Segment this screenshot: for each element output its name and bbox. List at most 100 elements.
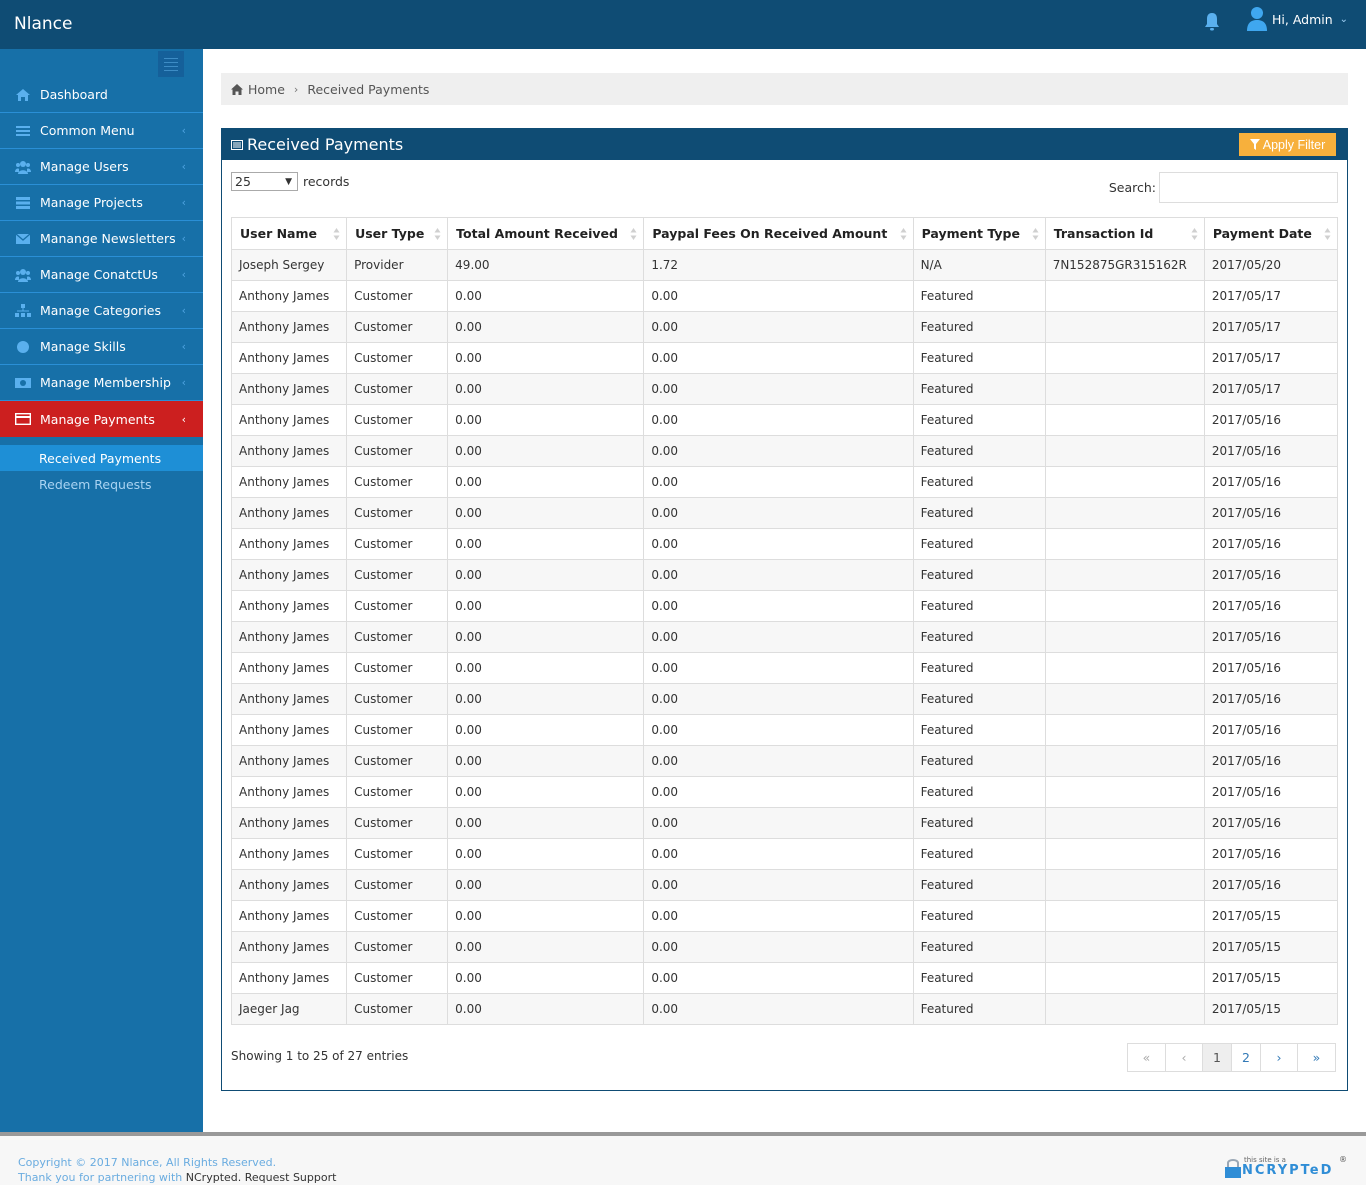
sidebar-item-label: Manage Categories — [40, 303, 162, 318]
cell-transaction-id — [1044, 342, 1205, 374]
cell-user-type: Customer — [346, 311, 449, 343]
breadcrumb-separator: › — [293, 82, 299, 96]
pagination-previous[interactable]: ‹ — [1165, 1043, 1203, 1072]
sort-icon — [1032, 228, 1039, 240]
cell-user-name: Anthony James — [230, 838, 348, 870]
cell-paypal-fees-on-received-amount: 0.00 — [643, 559, 914, 591]
cell-user-name: Anthony James — [230, 342, 348, 374]
cell-transaction-id — [1044, 776, 1205, 808]
sidebar-toggle-button[interactable] — [158, 51, 184, 77]
table-row: Anthony James Customer 0.00 0.00 Featured 201… — [230, 621, 1339, 653]
cell-total-amount-received: 0.00 — [447, 590, 645, 622]
table-row: Anthony James Customer 0.00 0.00 Featured 201… — [230, 776, 1339, 808]
request-support-link[interactable]: Request Support — [245, 1171, 337, 1184]
cell-user-type: Customer — [346, 342, 449, 374]
cell-user-type: Customer — [346, 962, 449, 994]
sidebar-item-manage-membership[interactable]: Manage Membership ‹ — [0, 365, 203, 401]
ncrypted-badge[interactable]: this site is a NCRYPTeD ® — [1222, 1153, 1347, 1183]
column-header-label: Payment Date — [1212, 226, 1312, 241]
cell-total-amount-received: 0.00 — [447, 528, 645, 560]
submenu-item-received-payments[interactable]: Received Payments — [0, 445, 203, 471]
sidebar-item-manage-conatctus[interactable]: Manage ConatctUs ‹ — [0, 257, 203, 293]
copyright-text: Copyright © 2017 Nlance, All Rights Rese… — [18, 1156, 277, 1169]
bell-icon[interactable] — [1203, 12, 1221, 32]
cell-user-name: Anthony James — [230, 497, 348, 529]
chevron-left-icon: ‹ — [181, 232, 186, 245]
search-input[interactable] — [1159, 172, 1338, 203]
cell-transaction-id — [1044, 404, 1205, 436]
sidebar-item-manage-categories[interactable]: Manage Categories ‹ — [0, 293, 203, 329]
sidebar-item-dashboard[interactable]: Dashboard — [0, 77, 203, 113]
cell-total-amount-received: 0.00 — [447, 621, 645, 653]
cell-payment-type: Featured — [912, 683, 1046, 715]
user-avatar-icon — [1247, 7, 1267, 31]
cell-payment-type: Featured — [912, 838, 1046, 870]
cell-payment-type: Featured — [912, 621, 1046, 653]
records-length-control: 25 ▼ records — [231, 172, 349, 191]
column-header-payment-date[interactable]: Payment Date — [1203, 217, 1339, 250]
cell-payment-type: Featured — [912, 590, 1046, 622]
sidebar-item-manage-projects[interactable]: Manage Projects ‹ — [0, 185, 203, 221]
apply-filter-button[interactable]: Apply Filter — [1239, 133, 1336, 156]
pagination-last[interactable]: » — [1297, 1043, 1336, 1072]
cell-transaction-id: 7N152875GR315162R — [1044, 249, 1205, 281]
cell-user-name: Anthony James — [230, 807, 348, 839]
pagination-first[interactable]: « — [1127, 1043, 1166, 1072]
submenu-item-redeem-requests[interactable]: Redeem Requests — [0, 471, 203, 497]
home-icon — [231, 83, 243, 95]
cell-payment-date: 2017/05/17 — [1203, 280, 1339, 312]
cell-user-name: Anthony James — [230, 900, 348, 932]
table-row: Anthony James Customer 0.00 0.00 Featured 201… — [230, 435, 1339, 467]
cell-paypal-fees-on-received-amount: 0.00 — [643, 652, 914, 684]
sidebar-item-common-menu[interactable]: Common Menu ‹ — [0, 113, 203, 149]
column-header-total-amount-received[interactable]: Total Amount Received — [447, 217, 645, 250]
cell-total-amount-received: 0.00 — [447, 404, 645, 436]
cell-total-amount-received: 0.00 — [447, 776, 645, 808]
breadcrumb-current: Received Payments — [307, 81, 430, 97]
sidebar-item-label: Manage Projects — [40, 195, 143, 210]
pagination-page-1[interactable]: 1 — [1202, 1043, 1232, 1072]
cell-total-amount-received: 0.00 — [447, 807, 645, 839]
user-menu[interactable]: Hi, Admin ⌄ — [1246, 6, 1348, 32]
column-header-payment-type[interactable]: Payment Type — [912, 217, 1046, 250]
cell-user-name: Anthony James — [230, 590, 348, 622]
column-header-paypal-fees-on-received-amount[interactable]: Paypal Fees On Received Amount — [643, 217, 914, 250]
footer: Copyright © 2017 Nlance, All Rights Rese… — [0, 1132, 1366, 1185]
sidebar-item-manage-users[interactable]: Manage Users ‹ — [0, 149, 203, 185]
column-header-user-type[interactable]: User Type — [346, 217, 449, 250]
cell-payment-date: 2017/05/16 — [1203, 714, 1339, 746]
sort-icon — [630, 228, 637, 240]
records-per-page-select[interactable]: 25 ▼ — [231, 172, 298, 191]
sort-icon — [1191, 228, 1198, 240]
cell-user-name: Anthony James — [230, 745, 348, 777]
cell-transaction-id — [1044, 528, 1205, 560]
users-icon — [15, 268, 31, 282]
cell-payment-date: 2017/05/15 — [1203, 962, 1339, 994]
cell-payment-date: 2017/05/17 — [1203, 342, 1339, 374]
apply-filter-label: Apply Filter — [1262, 137, 1326, 152]
cell-payment-type: Featured — [912, 342, 1046, 374]
cell-transaction-id — [1044, 497, 1205, 529]
brand-logo[interactable]: Nlance — [14, 14, 72, 34]
pagination-next[interactable]: › — [1260, 1043, 1298, 1072]
records-per-page-value: 25 — [235, 174, 251, 189]
cell-paypal-fees-on-received-amount: 0.00 — [643, 807, 914, 839]
table-row: Anthony James Customer 0.00 0.00 Featured 201… — [230, 342, 1339, 374]
cell-transaction-id — [1044, 714, 1205, 746]
sitemap-icon — [15, 303, 31, 318]
sidebar-item-manange-newsletters[interactable]: Manange Newsletters ‹ — [0, 221, 203, 257]
breadcrumb-home-link[interactable]: Home — [248, 82, 285, 97]
projects-icon — [15, 196, 31, 210]
user-greeting: Hi, Admin — [1272, 11, 1333, 27]
cell-user-name: Anthony James — [230, 776, 348, 808]
cell-user-name: Anthony James — [230, 435, 348, 467]
sidebar-item-manage-skills[interactable]: Manage Skills ‹ — [0, 329, 203, 365]
sidebar-item-manage-payments[interactable]: Manage Payments ‹ — [0, 401, 203, 437]
column-header-user-name[interactable]: User Name — [230, 217, 348, 250]
cell-paypal-fees-on-received-amount: 0.00 — [643, 342, 914, 374]
table-row: Anthony James Customer 0.00 0.00 Featured 201… — [230, 311, 1339, 343]
partner-text: Thank you for partnering with NCrypted. … — [18, 1171, 336, 1184]
column-header-transaction-id[interactable]: Transaction Id — [1044, 217, 1205, 250]
pagination-page-2[interactable]: 2 — [1231, 1043, 1261, 1072]
ncrypted-link[interactable]: NCrypted — [186, 1171, 238, 1184]
